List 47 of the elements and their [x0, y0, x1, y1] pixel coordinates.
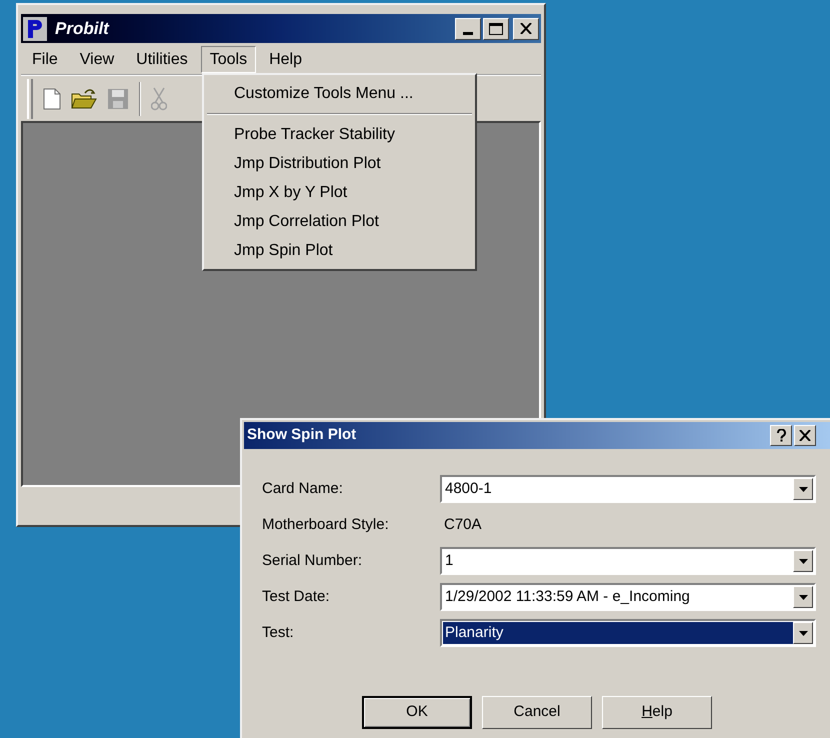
dropdown-button[interactable] [793, 622, 813, 644]
field-label: Card Name: [262, 478, 344, 499]
folder-icon[interactable] [71, 88, 97, 110]
maximize-icon [489, 22, 503, 34]
menu-item[interactable]: Tools [200, 46, 256, 73]
dialog-button[interactable]: OK [362, 696, 472, 729]
menu-item[interactable]: Jmp Distribution Plot [204, 149, 475, 178]
caret-icon [798, 594, 808, 600]
close-icon [799, 430, 811, 441]
caret-icon [798, 486, 808, 492]
question-icon [776, 429, 786, 442]
minimize-icon [463, 32, 473, 34]
close-icon [520, 23, 532, 34]
help-button[interactable] [770, 425, 792, 446]
field-label: Motherboard Style: [262, 514, 390, 535]
dialog-button[interactable]: Cancel [482, 696, 592, 729]
menu-item[interactable]: Utilities [127, 46, 197, 73]
combo-box[interactable]: 1/29/2002 11:33:59 AM - e_Incoming [440, 583, 816, 611]
combo-box[interactable]: Planarity [440, 619, 816, 647]
document-icon[interactable] [43, 88, 61, 110]
maximize-button[interactable] [483, 18, 509, 40]
menu-item[interactable]: Customize Tools Menu ... [204, 79, 475, 108]
dropdown-button[interactable] [793, 478, 813, 500]
field-label: Serial Number: [262, 550, 364, 571]
menu-item[interactable]: View [70, 46, 124, 73]
dropdown-button[interactable] [793, 550, 813, 572]
window-title: Probilt [55, 18, 109, 40]
dialog-button[interactable]: Help [602, 696, 712, 729]
field-value: C70A [443, 514, 482, 535]
dropdown-button[interactable] [793, 586, 813, 608]
app-icon [23, 16, 47, 40]
menu-item[interactable]: Jmp Spin Plot [204, 236, 475, 265]
caret-icon [798, 630, 808, 636]
menu-item[interactable]: Help [260, 46, 311, 73]
menu-item[interactable]: Jmp X by Y Plot [204, 178, 475, 207]
caret-icon [798, 558, 808, 564]
menu-item[interactable]: Jmp Correlation Plot [204, 207, 475, 236]
minimize-button[interactable] [455, 18, 481, 40]
field-label: Test: [262, 622, 295, 643]
menu-item[interactable]: Probe Tracker Stability [204, 120, 475, 149]
close-button[interactable] [513, 18, 539, 40]
close-button[interactable] [794, 425, 816, 446]
menu-item[interactable]: File [23, 46, 67, 73]
dialog-title: Show Spin Plot [247, 425, 356, 446]
combo-box[interactable]: 4800-1 [440, 475, 816, 503]
field-label: Test Date: [262, 586, 331, 607]
combo-box[interactable]: 1 [440, 547, 816, 575]
